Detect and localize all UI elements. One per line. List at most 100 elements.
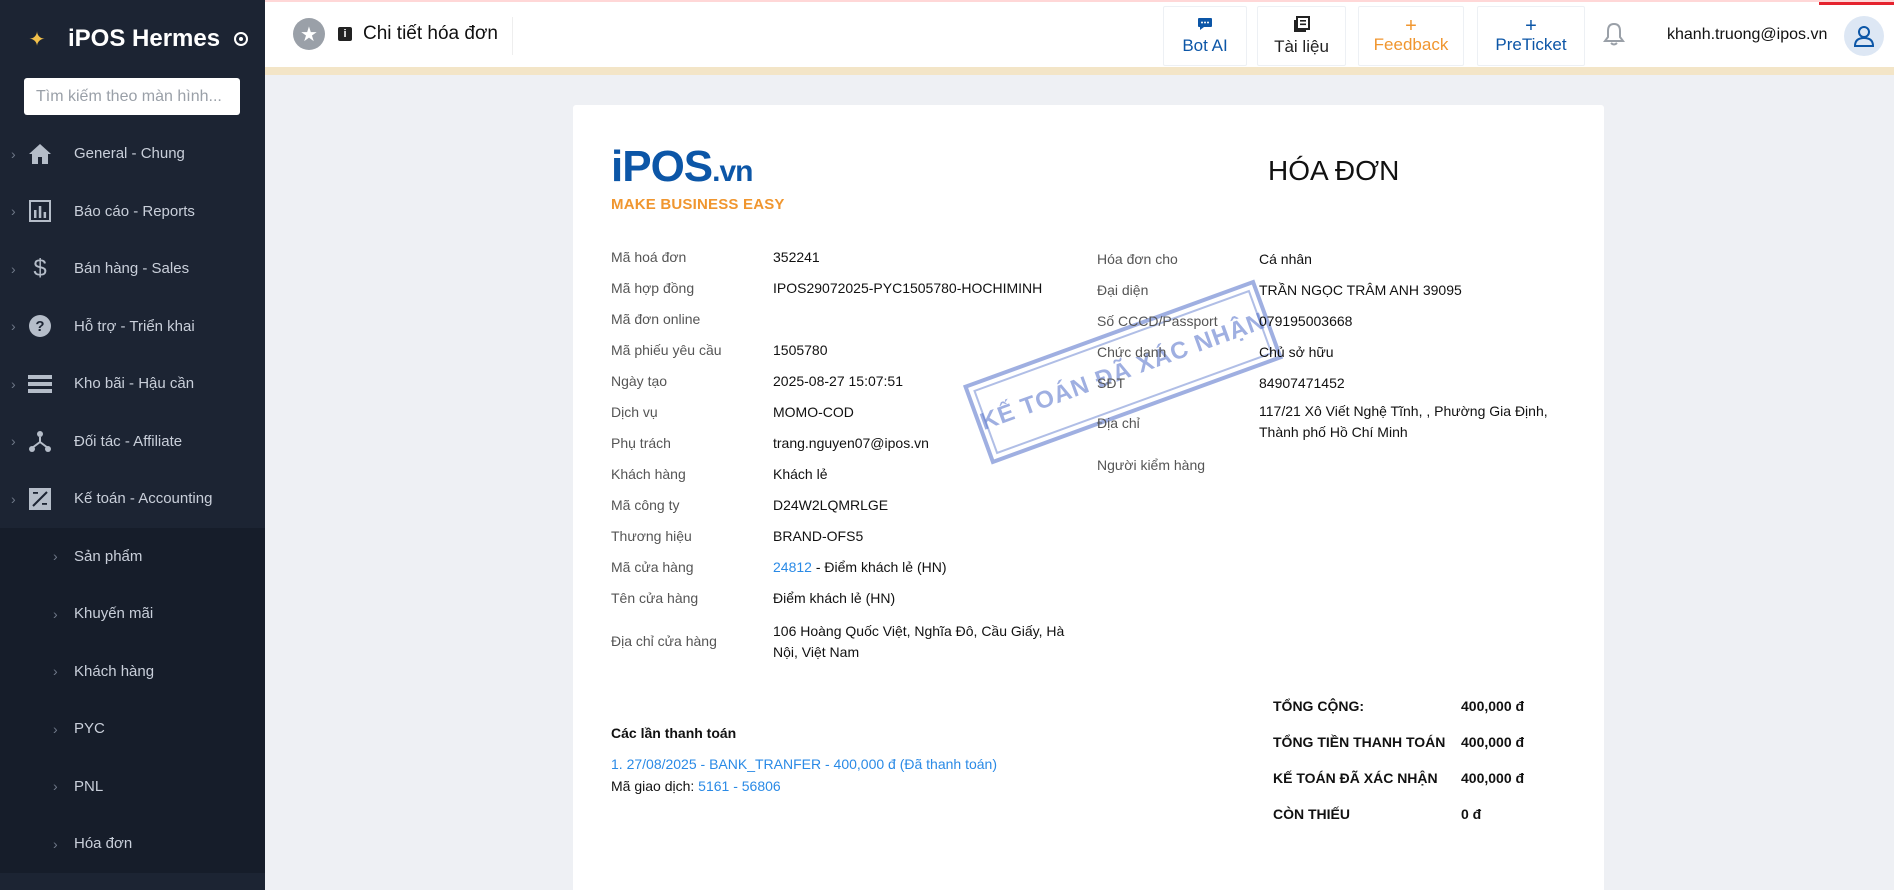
payments-title: Các lần thanh toán — [611, 725, 737, 741]
sidebar-item-general[interactable]: › General - Chung — [0, 125, 265, 183]
total-label: KẾ TOÁN ĐÃ XÁC NHẬN — [1273, 770, 1438, 786]
radio-icon[interactable] — [234, 32, 249, 46]
field-label: Dịch vụ — [611, 404, 658, 420]
sidebar-item-accounting[interactable]: › Kế toán - Accounting — [0, 470, 265, 528]
field-value: 352241 — [773, 249, 820, 265]
field-value-line2: Nội, Việt Nam — [773, 644, 860, 660]
topbar: ★ i Chi tiết hóa đơn Bot AI Tài liệu + F… — [265, 0, 1894, 67]
bot-ai-label: Bot AI — [1182, 35, 1228, 55]
info-icon: i — [338, 27, 352, 41]
total-label: TỔNG TIỀN THANH TOÁN — [1273, 734, 1446, 750]
plus-icon: + — [1405, 15, 1417, 37]
total-value: 400,000 đ — [1461, 770, 1525, 786]
chat-icon — [1197, 17, 1213, 36]
user-email[interactable]: khanh.truong@ipos.vn — [1667, 26, 1827, 44]
sidebar-subitem-invoices[interactable]: › Hóa đơn — [0, 815, 265, 873]
bar-chart-icon — [27, 198, 53, 224]
chevron-right-icon: › — [11, 318, 16, 335]
field-label: Mã công ty — [611, 497, 680, 513]
field-label: Địa chỉ cửa hàng — [611, 633, 717, 649]
divider — [512, 17, 513, 55]
preticket-button[interactable]: + PreTicket — [1477, 6, 1585, 66]
chevron-right-icon: › — [11, 375, 16, 392]
page-title: Chi tiết hóa đơn — [363, 23, 498, 44]
transaction-code-link[interactable]: 5161 - 56806 — [698, 778, 781, 794]
ipos-logo: iPOS.vn MAKE BUSINESS EASY — [611, 145, 785, 214]
sidebar-item-label: Kho bãi - Hậu cần — [74, 375, 195, 393]
invoice-title: HÓA ĐƠN — [1268, 155, 1400, 186]
sidebar-subitem-label: PYC — [74, 720, 105, 738]
sidebar-item-label: Bán hàng - Sales — [74, 260, 190, 278]
chevron-right-icon: › — [53, 835, 58, 852]
field-label: Đại diện — [1097, 282, 1149, 298]
docs-button[interactable]: Tài liệu — [1257, 6, 1346, 66]
sidebar: ✦ iPOS Hermes › General - Chung › Báo cá… — [0, 0, 265, 890]
chevron-right-icon: › — [53, 663, 58, 680]
sidebar-item-sales[interactable]: › $ Bán hàng - Sales — [0, 240, 265, 298]
sidebar-item-label: Hỗ trợ - Triển khai — [74, 317, 195, 335]
sidebar-nav: › General - Chung › Báo cáo - Reports › … — [0, 125, 265, 873]
logo-main-text: iPOS — [611, 142, 713, 191]
chevron-right-icon: › — [11, 145, 16, 162]
total-value: 400,000 đ — [1461, 698, 1525, 714]
bell-icon[interactable] — [1603, 22, 1625, 52]
sidebar-subitem-pyc[interactable]: › PYC — [0, 700, 265, 758]
payment-line[interactable]: 1. 27/08/2025 - BANK_TRANFER - 400,000 đ… — [611, 756, 997, 772]
store-link[interactable]: 24812 — [773, 559, 812, 575]
chevron-right-icon: › — [53, 548, 58, 565]
feedback-button[interactable]: + Feedback — [1358, 6, 1464, 66]
chevron-right-icon: › — [53, 605, 58, 622]
invoice-card: iPOS.vn MAKE BUSINESS EASY HÓA ĐƠN KẾ TO… — [573, 105, 1604, 890]
field-label: Mã đơn online — [611, 311, 701, 327]
field-label: Người kiểm hàng — [1097, 457, 1206, 473]
total-label: TỔNG CỘNG: — [1273, 698, 1364, 714]
sidebar-item-support[interactable]: › ? Hỗ trợ - Triển khai — [0, 298, 265, 356]
total-label: CÒN THIẾU — [1273, 806, 1350, 822]
sidebar-search-input[interactable] — [24, 78, 240, 115]
field-value: 24812 - Điểm khách lẻ (HN) — [773, 559, 947, 575]
sidebar-item-reports[interactable]: › Báo cáo - Reports — [0, 183, 265, 241]
field-label: Tên cửa hàng — [611, 590, 699, 606]
sidebar-item-label: Đối tác - Affiliate — [74, 432, 183, 450]
list-icon — [27, 371, 53, 397]
sidebar-subitem-label: PNL — [74, 777, 104, 795]
field-value: Chủ sở hữu — [1259, 344, 1334, 360]
phone-link[interactable]: 84907471452 — [1259, 375, 1345, 391]
help-icon: ? — [27, 313, 53, 339]
sidebar-subitem-label: Khuyến mãi — [74, 605, 154, 623]
field-label: Thương hiệu — [611, 528, 692, 544]
sidebar-item-label: Kế toán - Accounting — [74, 490, 213, 508]
sidebar-subitem-pnl[interactable]: › PNL — [0, 758, 265, 816]
company-link[interactable]: D24W2LQMRLGE — [773, 497, 888, 513]
logo-tagline: MAKE BUSINESS EASY — [611, 196, 785, 213]
app-name: iPOS Hermes — [68, 25, 221, 52]
user-avatar-icon[interactable] — [1844, 16, 1884, 56]
sidebar-item-affiliate[interactable]: › Đối tác - Affiliate — [0, 413, 265, 471]
chevron-right-icon: › — [53, 720, 58, 737]
sidebar-item-warehouse[interactable]: › Kho bãi - Hậu cần — [0, 355, 265, 413]
request-link[interactable]: 1505780 — [773, 342, 828, 358]
accounting-submenu: › Sản phẩm › Khuyến mãi › Khách hàng › P… — [0, 527, 265, 873]
docs-label: Tài liệu — [1274, 36, 1329, 56]
bot-ai-button[interactable]: Bot AI — [1163, 6, 1247, 66]
star-icon[interactable]: ★ — [293, 18, 325, 50]
total-paid-row: TỔNG TIỀN THANH TOÁN 400,000 đ — [1273, 734, 1524, 750]
sidebar-subitem-promotions[interactable]: › Khuyến mãi — [0, 585, 265, 643]
field-value: Khách lẻ — [773, 466, 828, 482]
chevron-right-icon: › — [11, 433, 16, 450]
accounting-confirmed-stamp: KẾ TOÁN ĐÃ XÁC NHẬN — [962, 279, 1284, 465]
field-label: Chức danh — [1097, 344, 1167, 360]
store-suffix: - Điểm khách lẻ (HN) — [811, 559, 947, 575]
feedback-label: Feedback — [1373, 35, 1449, 54]
field-label: Mã hoá đơn — [611, 249, 687, 265]
preticket-label: PreTicket — [1495, 35, 1567, 54]
sidebar-subitem-products[interactable]: › Sản phẩm — [0, 528, 265, 586]
sidebar-subitem-customers[interactable]: › Khách hàng — [0, 643, 265, 701]
brand[interactable]: ✦ iPOS Hermes — [0, 0, 265, 78]
field-value: Cá nhân — [1259, 251, 1312, 267]
field-label: Ngày tạo — [611, 373, 668, 389]
calculator-icon — [27, 486, 53, 512]
logo-suffix-text: .vn — [712, 155, 753, 188]
dollar-icon: $ — [33, 254, 47, 282]
field-value: Điểm khách lẻ (HN) — [773, 590, 896, 606]
